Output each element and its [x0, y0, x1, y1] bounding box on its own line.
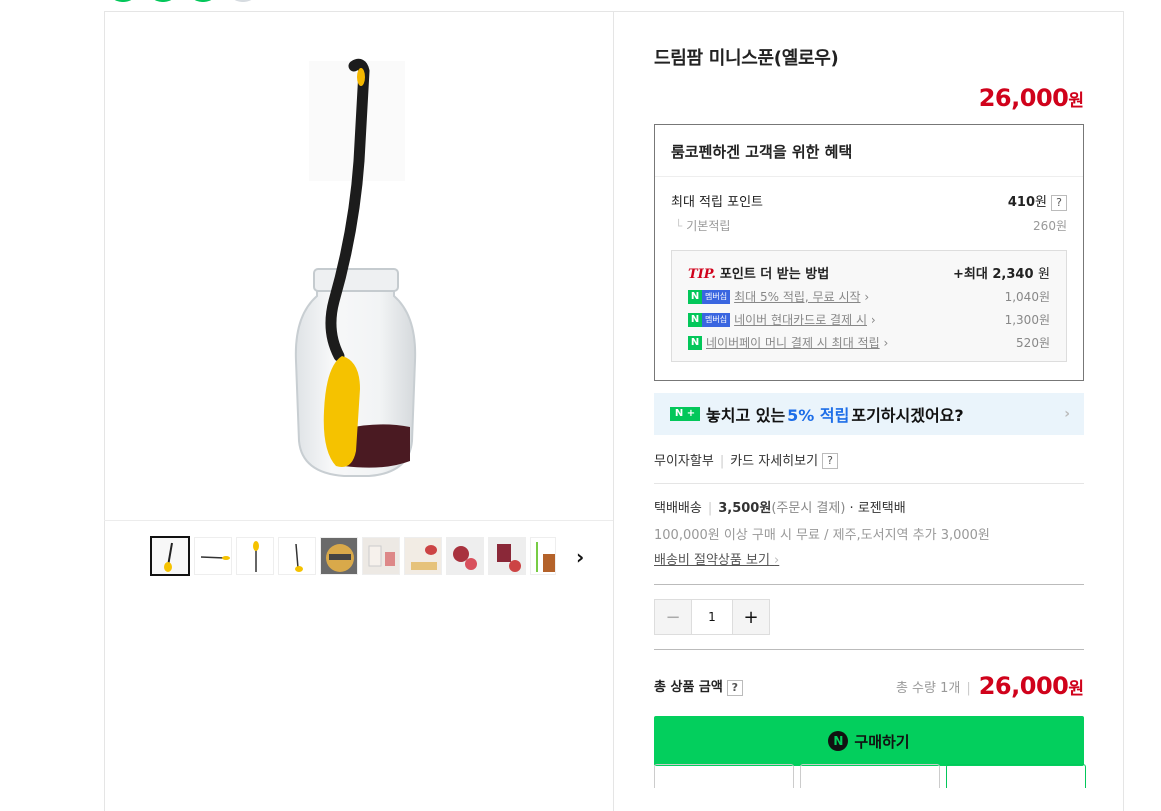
- installment-link[interactable]: 무이자할부: [654, 454, 714, 469]
- help-icon[interactable]: ?: [1051, 194, 1067, 211]
- tip-max-value: 2,340: [992, 266, 1034, 282]
- total-row: 총 상품 금액? 총 수량 1개 | 26,000 원: [654, 672, 1084, 700]
- tip-item-card[interactable]: N 멤버십 네이버 현대카드로 결제 시 › 1,300원: [688, 311, 1050, 328]
- secondary-button-2[interactable]: [800, 764, 940, 788]
- top-dots: [108, 0, 258, 2]
- price-row: 26,000원: [654, 84, 1084, 112]
- thumbnail-1[interactable]: [150, 536, 190, 576]
- total-price: 26,000: [978, 672, 1069, 700]
- tip-max-unit: 원: [1038, 266, 1050, 282]
- thumbnail-4[interactable]: [278, 537, 316, 575]
- basic-points-label: 기본적립: [686, 218, 731, 233]
- quantity-plus-button[interactable]: +: [733, 600, 769, 634]
- shipping-info: 택배배송 | 3,500원(주문시 결제) · 로젠택배 100,000원 이상 구…: [654, 497, 1084, 585]
- chevron-right-icon: ›: [870, 312, 876, 327]
- card-details-link[interactable]: 카드 자세히보기: [730, 454, 818, 469]
- max-points-value: 410: [1007, 195, 1036, 210]
- naver-n-icon: N: [688, 313, 702, 327]
- thumbnail-5[interactable]: [320, 537, 358, 575]
- banner-highlight: 5% 적립: [787, 405, 850, 425]
- shipping-carrier: 로젠택배: [857, 501, 906, 516]
- max-points-row: 최대 적립 포인트 410원?: [671, 191, 1067, 211]
- thumbnail-9[interactable]: [488, 537, 526, 575]
- shipping-saving-link[interactable]: 배송비 절약상품 보기: [654, 553, 770, 568]
- membership-badge: 멤버십: [702, 313, 731, 327]
- max-points-unit: 원: [1035, 195, 1047, 210]
- tip-item-value: 520원: [1016, 335, 1050, 350]
- tip-max-prefix: +최대: [953, 266, 988, 282]
- thumbnail-bar: ›: [104, 520, 613, 580]
- tip-item-membership[interactable]: N 멤버십 최대 5% 적립, 무료 시작 › 1,040원: [688, 288, 1050, 305]
- chevron-right-icon[interactable]: ›: [576, 545, 584, 569]
- total-count: 총 수량 1개: [895, 680, 961, 696]
- indent-icon: └: [675, 218, 683, 233]
- quantity-section: − 1 +: [654, 599, 1084, 650]
- tip-item-label: 최대 5% 적립, 무료 시작: [734, 289, 861, 304]
- membership-banner[interactable]: N + 놓치고 있는 5% 적립 포기하시겠어요? ›: [654, 392, 1084, 435]
- tip-heading: 포인트 더 받는 방법: [719, 266, 830, 282]
- chevron-right-icon: ›: [774, 553, 780, 568]
- tip-label: TIP.: [688, 266, 716, 282]
- main-product-image: [104, 11, 613, 520]
- banner-text-before: 놓치고 있는: [706, 405, 786, 425]
- thumbnail-list: [150, 536, 556, 576]
- chevron-right-icon: ›: [883, 335, 889, 350]
- shipping-condition: 100,000원 이상 구매 시 무료 / 제주,도서지역 추가 3,000원: [654, 528, 990, 543]
- thumbnail-2[interactable]: [194, 537, 232, 575]
- membership-badge: 멤버십: [702, 290, 731, 304]
- buy-label: 구매하기: [854, 732, 910, 751]
- chevron-right-icon: ›: [864, 289, 870, 304]
- product-title: 드림팜 미니스푼(옐로우): [654, 48, 839, 69]
- tip-item-pay[interactable]: N 네이버페이 머니 결제 시 최대 적립 › 520원: [688, 334, 1050, 351]
- tip-item-value: 1,040원: [1004, 289, 1050, 304]
- naver-n-icon: N: [688, 290, 702, 304]
- secondary-buttons: [654, 764, 1086, 788]
- benefit-heading: 룸코펜하겐 고객을 위한 혜택: [655, 125, 1083, 177]
- product-info: 드림팜 미니스푼(옐로우) 26,000원 룸코펜하겐 고객을 위한 혜택 최대…: [654, 11, 1084, 766]
- tip-item-label: 네이버 현대카드로 결제 시: [734, 312, 867, 327]
- secondary-button-1[interactable]: [654, 764, 794, 788]
- naver-plus-icon: N +: [670, 406, 700, 421]
- price-unit: 원: [1068, 91, 1084, 111]
- product-price: 26,000: [978, 84, 1069, 112]
- tip-box: TIP. 포인트 더 받는 방법 +최대 2,340 원 N 멤버십 최대 5% 적립…: [671, 249, 1067, 362]
- naver-pay-icon: N: [688, 336, 702, 350]
- buy-button[interactable]: N 구매하기: [654, 716, 1084, 766]
- help-icon[interactable]: ?: [822, 453, 839, 469]
- thumbnail-6[interactable]: [362, 537, 400, 575]
- shipping-fee-note: (주문시 결제): [771, 501, 846, 516]
- secondary-button-3[interactable]: [946, 764, 1086, 788]
- naver-pay-logo-icon: N: [828, 731, 849, 751]
- quantity-input[interactable]: 1: [691, 600, 733, 634]
- shipping-fee: 3,500원: [718, 501, 772, 516]
- thumbnail-10[interactable]: [530, 537, 556, 575]
- banner-text-after: 포기하시겠어요?: [851, 405, 964, 425]
- tip-item-value: 1,300원: [1004, 312, 1050, 327]
- quantity-minus-button[interactable]: −: [655, 600, 691, 634]
- basic-points-row: └ 기본적립 260원: [671, 217, 1067, 234]
- thumbnail-8[interactable]: [446, 537, 484, 575]
- shipping-method: 택배배송: [654, 501, 702, 516]
- thumbnail-7[interactable]: [404, 537, 442, 575]
- card-row: 무이자할부 | 카드 자세히보기?: [654, 450, 1084, 484]
- total-label: 총 상품 금액: [654, 680, 723, 696]
- thumbnail-3[interactable]: [236, 537, 274, 575]
- product-gallery: ›: [104, 11, 614, 811]
- max-points-label: 최대 적립 포인트: [671, 195, 763, 210]
- quantity-stepper: − 1 +: [654, 599, 770, 635]
- tip-item-label: 네이버페이 머니 결제 시 최대 적립: [706, 335, 880, 350]
- total-price-unit: 원: [1068, 678, 1084, 699]
- basic-points-value: 260원: [1033, 218, 1067, 233]
- benefit-box: 룸코펜하겐 고객을 위한 혜택 최대 적립 포인트 410원? └ 기본적립 26…: [654, 124, 1084, 381]
- help-icon[interactable]: ?: [726, 679, 743, 696]
- chevron-right-icon: ›: [1064, 405, 1070, 422]
